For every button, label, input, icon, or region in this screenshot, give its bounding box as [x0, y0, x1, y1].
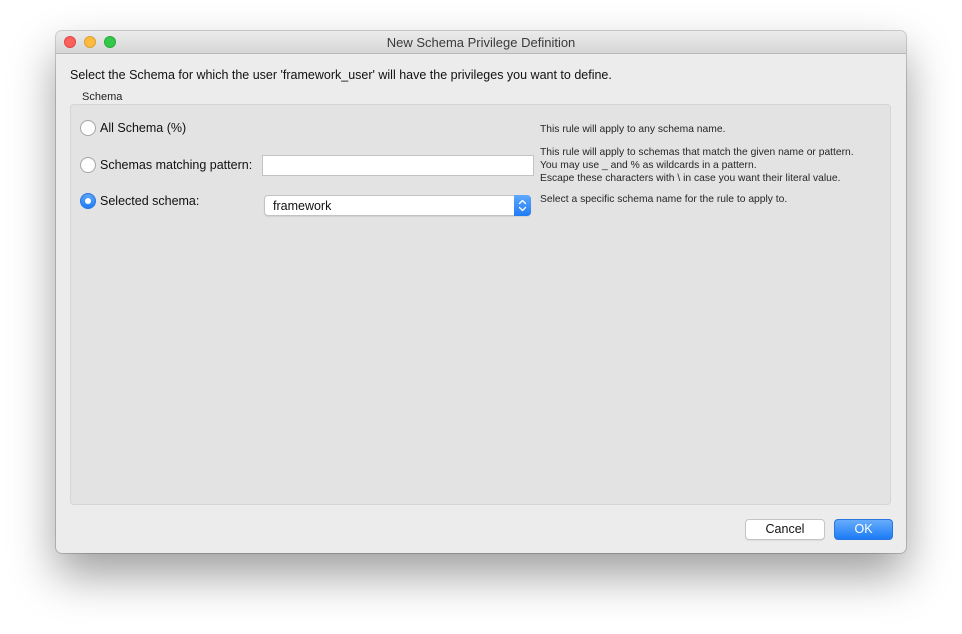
cancel-button[interactable]: Cancel: [745, 519, 825, 540]
schema-select-value: framework: [273, 199, 332, 213]
all-schema-label: All Schema (%): [100, 121, 187, 135]
dialog-window: New Schema Privilege Definition Select t…: [56, 31, 906, 553]
selected-schema-option[interactable]: Selected schema:: [80, 193, 199, 209]
help-line: This rule will apply to schemas that mat…: [540, 147, 854, 158]
help-line: Select a specific schema name for the ru…: [540, 194, 788, 205]
all-schema-radio[interactable]: [80, 120, 96, 136]
pattern-label: Schemas matching pattern:: [100, 158, 253, 172]
pattern-option[interactable]: Schemas matching pattern:: [80, 157, 252, 173]
pattern-input[interactable]: [262, 155, 534, 176]
schema-group-label: Schema: [82, 91, 123, 103]
pattern-help: This rule will apply to schemas that mat…: [540, 146, 854, 185]
help-line: You may use _ and % as wildcards in a pa…: [540, 160, 757, 171]
help-line: Escape these characters with \ in case y…: [540, 173, 841, 184]
chevron-up-down-icon[interactable]: [514, 195, 531, 216]
all-schema-help: This rule will apply to any schema name.: [540, 123, 725, 136]
instruction-text: Select the Schema for which the user 'fr…: [70, 68, 612, 82]
selected-schema-radio[interactable]: [80, 193, 96, 209]
ok-button[interactable]: OK: [834, 519, 893, 540]
help-line: This rule will apply to any schema name.: [540, 124, 726, 135]
all-schema-option[interactable]: All Schema (%): [80, 120, 186, 136]
schema-select[interactable]: framework: [264, 195, 531, 216]
selected-schema-label: Selected schema:: [100, 194, 200, 208]
selected-schema-help: Select a specific schema name for the ru…: [540, 193, 787, 206]
window-title: New Schema Privilege Definition: [386, 35, 576, 50]
pattern-radio[interactable]: [80, 157, 96, 173]
title-bar[interactable]: New Schema Privilege Definition: [56, 31, 906, 54]
